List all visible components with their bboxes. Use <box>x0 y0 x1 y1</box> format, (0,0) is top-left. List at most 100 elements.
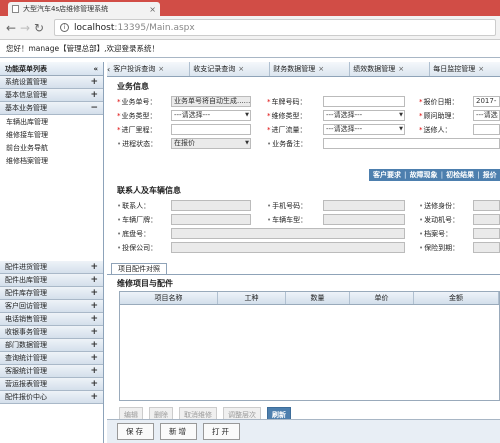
sidebar-section[interactable]: 配件进货管理 + <box>0 261 103 274</box>
column-header[interactable]: 单价 <box>350 292 414 304</box>
quote-link[interactable]: 报价 <box>483 170 497 180</box>
progress-select[interactable]: 在报价 <box>171 138 251 149</box>
contact-section-title: 联系人及车辆信息 <box>117 186 181 195</box>
browser-tab[interactable]: 大型汽车4s店维修管理系统 × <box>8 2 160 16</box>
biz-type-label: *业务类型： <box>117 112 157 120</box>
module-tab-label: 财务数据管理 <box>273 65 316 73</box>
sidebar-section[interactable]: 基本信息管理 + <box>0 89 103 102</box>
contact-field[interactable] <box>171 200 251 211</box>
customer-request-link[interactable]: 客户要求 <box>373 170 401 180</box>
contact-label: •联系人： <box>117 202 151 210</box>
expand-icon[interactable]: + <box>90 314 98 324</box>
expand-icon[interactable]: + <box>90 379 98 389</box>
expand-icon[interactable]: + <box>90 301 98 311</box>
tab-item-parts[interactable]: 项目配件对照 <box>111 263 167 274</box>
sidebar-section[interactable]: 配件报价中心 + <box>0 391 103 404</box>
brand-field[interactable] <box>171 214 251 225</box>
address-bar[interactable]: i localhost :13395/Main.aspx <box>54 19 496 36</box>
vin-field[interactable] <box>171 228 405 239</box>
expand-icon[interactable]: + <box>90 327 98 337</box>
vin-label: •底盘号： <box>117 230 151 238</box>
expand-icon[interactable]: + <box>90 353 98 363</box>
phone-field[interactable] <box>323 200 405 211</box>
sidebar-item[interactable]: 车辆出库管理 <box>0 115 103 128</box>
sidebar-section[interactable]: 部门数据管理 + <box>0 339 103 352</box>
column-header[interactable]: 项目名称 <box>120 292 218 304</box>
sidebar-section[interactable]: 客服统计管理 + <box>0 365 103 378</box>
expand-icon[interactable]: + <box>90 90 98 100</box>
close-icon[interactable]: × <box>318 65 324 73</box>
factory-mileage-field[interactable] <box>171 124 251 135</box>
sidebar-section[interactable]: 客户回访管理 + <box>0 300 103 313</box>
info-icon[interactable]: i <box>60 23 69 32</box>
sidebar-item[interactable]: 维修接车管理 <box>0 128 103 141</box>
page-icon <box>12 5 19 13</box>
close-icon[interactable]: × <box>478 65 484 73</box>
back-arrow-icon[interactable]: ← <box>4 21 18 35</box>
repairer-label: *送修人： <box>419 126 452 134</box>
module-tab[interactable]: 客户投诉查询 × <box>110 62 191 76</box>
sidebar-section[interactable]: 查询统计管理 + <box>0 352 103 365</box>
expand-icon[interactable]: + <box>90 275 98 285</box>
sidebar-section[interactable]: 系统设置管理 + <box>0 76 103 89</box>
expand-icon[interactable]: + <box>90 288 98 298</box>
reload-icon[interactable]: ↻ <box>32 21 46 35</box>
module-tab[interactable]: 财务数据管理 × <box>270 62 351 76</box>
initial-check-link[interactable]: 初检结果 <box>446 170 474 180</box>
close-icon[interactable]: × <box>149 5 156 14</box>
collapse-section-icon[interactable]: − <box>90 103 98 113</box>
close-icon[interactable]: × <box>398 65 404 73</box>
insure-date-field[interactable] <box>473 242 500 253</box>
close-icon[interactable]: × <box>238 65 244 73</box>
sidebar-section-label: 配件库存管理 <box>5 289 47 297</box>
sidebar-section[interactable]: 收银事务管理 + <box>0 326 103 339</box>
archive-field[interactable] <box>473 228 500 239</box>
sidebar-section[interactable]: 基本业务管理 − <box>0 102 103 115</box>
sidebar-item[interactable]: 前台业务导航 <box>0 141 103 154</box>
collapse-icon[interactable]: « <box>93 65 98 73</box>
module-tab[interactable]: 收支记录查询 × <box>190 62 271 76</box>
biz-type-select[interactable]: ---请选择--- <box>171 110 251 121</box>
module-tab[interactable]: 每日监控管理 × <box>430 62 500 76</box>
sidebar-section-label: 客服统计管理 <box>5 367 47 375</box>
identity-field[interactable] <box>473 200 500 211</box>
repairer-field[interactable] <box>473 124 500 135</box>
close-icon[interactable]: × <box>158 65 164 73</box>
sidebar-item[interactable]: 维修档案管理 <box>0 154 103 167</box>
order-no-field[interactable]: 业务单号将自动生成...... <box>171 96 251 107</box>
url-path: :13395/Main.aspx <box>114 22 195 33</box>
open-button[interactable]: 打开 <box>203 423 240 440</box>
sidebar-section[interactable]: 配件库存管理 + <box>0 287 103 300</box>
module-tab-label: 每日监控管理 <box>433 65 476 73</box>
order-form: 业务信息 *业务单号： 业务单号将自动生成...... *车牌号码： *报价日期… <box>107 77 500 263</box>
expand-icon[interactable]: + <box>90 366 98 376</box>
advisor-select[interactable]: ---请选 <box>473 110 500 121</box>
column-header[interactable]: 工种 <box>218 292 286 304</box>
expand-icon[interactable]: + <box>90 392 98 402</box>
flow-select[interactable]: ---请选择--- <box>323 124 405 135</box>
expand-icon[interactable]: + <box>90 262 98 272</box>
expand-icon[interactable]: + <box>90 340 98 350</box>
plate-label: *车牌号码： <box>267 98 307 106</box>
sidebar-section[interactable]: 电话销售管理 + <box>0 313 103 326</box>
repair-type-select[interactable]: ---请选择--- <box>323 110 405 121</box>
browser-toolbar: ← → ↻ i localhost :13395/Main.aspx <box>0 16 500 40</box>
module-tab[interactable]: 绩效数据管理 × <box>350 62 431 76</box>
column-header[interactable]: 数量 <box>286 292 350 304</box>
engine-field[interactable] <box>473 214 500 225</box>
column-header[interactable]: 金额 <box>414 292 499 304</box>
sidebar-section[interactable]: 配件出库管理 + <box>0 274 103 287</box>
plate-field[interactable] <box>323 96 405 107</box>
model-field[interactable] <box>323 214 405 225</box>
quote-date-field[interactable]: 2017- <box>473 96 500 107</box>
insurer-field[interactable] <box>171 242 405 253</box>
remark-field[interactable] <box>323 138 500 149</box>
forward-arrow-icon[interactable]: → <box>18 21 32 35</box>
sidebar-section[interactable]: 营运报表管理 + <box>0 378 103 391</box>
expand-icon[interactable]: + <box>90 77 98 87</box>
new-button[interactable]: 新增 <box>160 423 197 440</box>
fault-symptom-link[interactable]: 故障现象 <box>410 170 438 180</box>
save-button[interactable]: 保存 <box>117 423 154 440</box>
items-grid-body[interactable] <box>119 305 500 401</box>
sidebar-section-label: 收银事务管理 <box>5 328 47 336</box>
